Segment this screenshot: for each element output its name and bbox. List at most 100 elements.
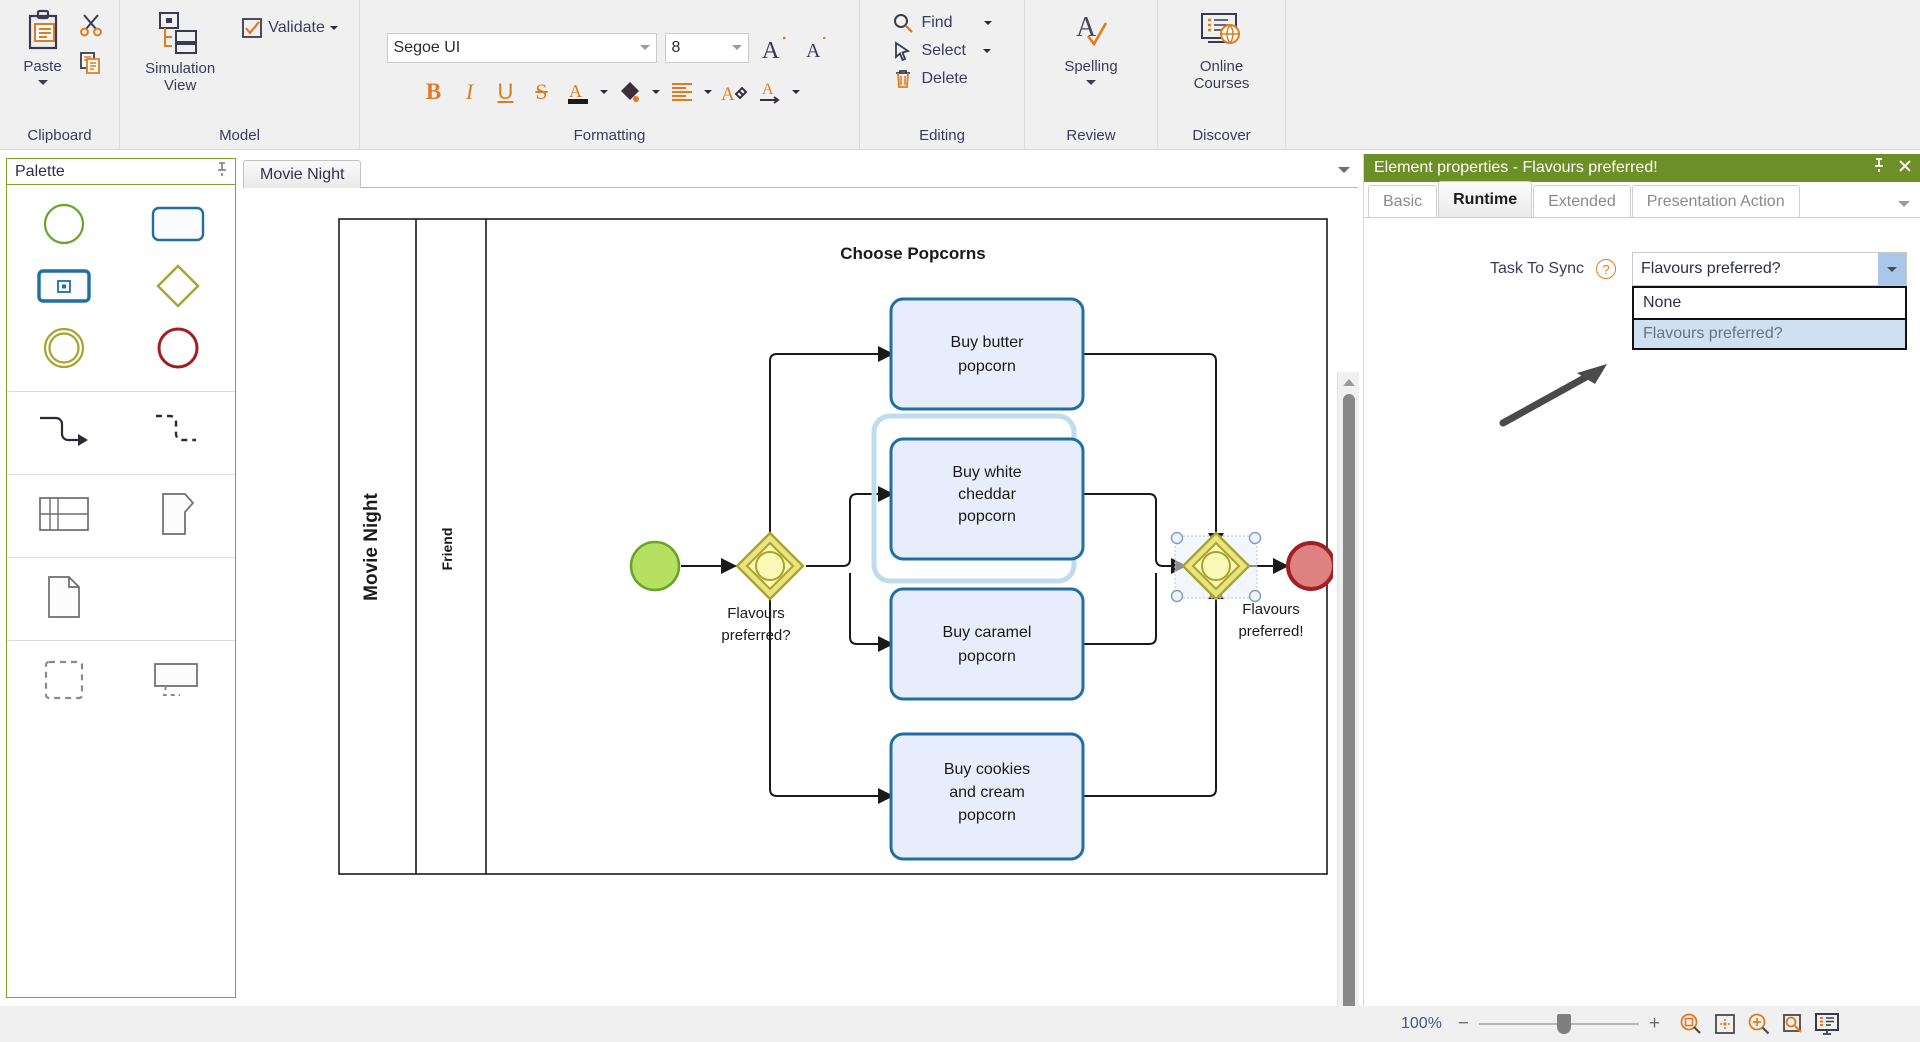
question-mark-icon[interactable]: ? — [1596, 259, 1616, 279]
start-event[interactable] — [629, 540, 681, 592]
selection-handle[interactable] — [1248, 589, 1262, 603]
dropdown-option-none[interactable]: None — [1634, 288, 1905, 318]
format-painter-button[interactable]: A — [717, 75, 751, 109]
pin-icon[interactable] — [1872, 158, 1886, 178]
olive-diamond-icon — [155, 263, 201, 314]
zoom-in-button[interactable]: + — [1649, 1013, 1660, 1035]
validate-button[interactable]: Validate — [235, 14, 344, 42]
spelling-button[interactable]: A Spelling — [1054, 4, 1127, 86]
task-to-sync-dropdown-list[interactable]: None Flavours preferred? — [1632, 286, 1907, 350]
pin-icon[interactable] — [215, 162, 229, 181]
font-color-dropdown-caret[interactable] — [597, 75, 611, 109]
text-direction-dropdown-caret[interactable] — [789, 75, 803, 109]
simulation-view-button[interactable]: Simulation View — [135, 4, 225, 95]
palette-item-pool[interactable] — [7, 485, 121, 547]
palette-item-message-flow[interactable] — [121, 402, 235, 464]
find-button[interactable]: Find — [888, 10, 995, 36]
strikethrough-button[interactable]: S — [525, 75, 559, 109]
chevron-down-icon[interactable] — [1878, 253, 1906, 285]
select-dropdown-caret[interactable] — [982, 49, 991, 53]
cut-button[interactable] — [74, 8, 108, 42]
chevron-down-icon[interactable] — [1898, 201, 1910, 207]
task-label-line: Buy white — [952, 464, 1021, 481]
palette-item-start-event[interactable] — [7, 195, 121, 257]
palette-item-task[interactable] — [121, 195, 235, 257]
task-to-sync-select[interactable]: Flavours preferred? — [1632, 252, 1907, 286]
palette-item-intermediate-event[interactable] — [7, 319, 121, 381]
dropdown-option-flavours-preferred[interactable]: Flavours preferred? — [1634, 318, 1905, 348]
ribbon-group-label-editing: Editing — [919, 127, 965, 144]
task-butter[interactable]: Buy butter popcorn — [889, 297, 1085, 411]
close-icon[interactable] — [1898, 159, 1912, 178]
fill-color-button[interactable] — [613, 75, 647, 109]
ribbon-group-editing: Find Select Delete Editing — [860, 0, 1025, 150]
chevron-down-icon[interactable] — [1338, 167, 1350, 173]
palette-item-gateway[interactable] — [121, 257, 235, 319]
diagram-canvas[interactable]: Movie Night Friend Choose Popcorns Buy b… — [243, 189, 1358, 1007]
canvas-vertical-scrollbar[interactable] — [1337, 372, 1359, 1042]
selection-handle[interactable] — [1170, 589, 1184, 603]
zoom-to-selection-icon[interactable] — [1674, 1009, 1708, 1039]
chevron-down-icon[interactable] — [731, 45, 742, 50]
copy-button[interactable] — [74, 46, 108, 80]
application-window: Paste Clipboard Simulation View Validate… — [0, 0, 1920, 1042]
paste-button[interactable]: Paste — [12, 4, 74, 86]
tab-movie-night[interactable]: Movie Night — [243, 160, 362, 188]
delete-button[interactable]: Delete — [888, 66, 995, 92]
selection-handle[interactable] — [1170, 531, 1184, 545]
palette-item-sequence-flow[interactable] — [7, 402, 121, 464]
zoom-slider[interactable] — [1479, 1014, 1640, 1034]
tab-presentation-action[interactable]: Presentation Action — [1631, 185, 1800, 217]
palette-panel: Palette — [6, 158, 236, 998]
font-color-button[interactable]: A — [561, 75, 595, 109]
select-button[interactable]: Select — [888, 38, 995, 64]
zoom-slider-thumb[interactable] — [1557, 1014, 1572, 1034]
palette-empty-cell — [121, 568, 235, 630]
font-family-value: Segoe UI — [393, 38, 461, 56]
fill-color-dropdown-caret[interactable] — [649, 75, 663, 109]
chevron-down-icon[interactable] — [639, 45, 650, 50]
tab-label: Movie Night — [260, 165, 345, 183]
trash-icon — [892, 68, 914, 90]
palette-item-document[interactable] — [7, 568, 121, 630]
palette-item-group[interactable] — [7, 651, 121, 713]
paste-dropdown-caret[interactable] — [37, 80, 48, 86]
task-white-cheddar[interactable]: Buy white cheddar popcorn — [889, 437, 1085, 561]
online-courses-button[interactable]: Online Courses — [1184, 4, 1260, 93]
find-dropdown-caret[interactable] — [983, 21, 992, 25]
grow-font-button[interactable]: A — [757, 31, 791, 65]
underline-button[interactable]: U — [489, 75, 523, 109]
tab-runtime[interactable]: Runtime — [1438, 181, 1533, 217]
scrollbar-thumb[interactable] — [1343, 394, 1355, 1042]
zoom-in-tool-icon[interactable] — [1742, 1009, 1776, 1039]
ribbon-group-discover: Online Courses Discover — [1158, 0, 1286, 150]
gateway-split-label-line1: Flavours — [727, 605, 785, 622]
font-family-combo[interactable]: Segoe UI — [386, 32, 657, 63]
italic-button[interactable]: I — [453, 75, 487, 109]
shrink-font-button[interactable]: A — [799, 31, 833, 65]
validate-dropdown-caret[interactable] — [329, 26, 338, 30]
selection-handle[interactable] — [1248, 531, 1262, 545]
font-size-combo[interactable]: 8 — [664, 32, 749, 63]
palette-item-annotation[interactable] — [121, 651, 235, 713]
end-event[interactable] — [1286, 541, 1333, 591]
tab-basic[interactable]: Basic — [1368, 185, 1438, 217]
align-dropdown-caret[interactable] — [701, 75, 715, 109]
zoom-region-icon[interactable] — [1776, 1009, 1810, 1039]
svg-text:A: A — [762, 38, 780, 63]
svg-text:A: A — [1076, 12, 1097, 43]
text-direction-button[interactable]: A — [753, 75, 787, 109]
spelling-dropdown-caret[interactable] — [1086, 80, 1096, 86]
task-cookies-cream[interactable]: Buy cookies and cream popcorn — [889, 732, 1085, 861]
presentation-mode-icon[interactable] — [1810, 1009, 1844, 1039]
zoom-out-button[interactable]: − — [1458, 1013, 1469, 1035]
task-caramel[interactable]: Buy caramel popcorn — [889, 587, 1085, 701]
fit-page-icon[interactable] — [1708, 1009, 1742, 1039]
scroll-up-button[interactable] — [1338, 372, 1360, 392]
palette-item-end-event[interactable] — [121, 319, 235, 381]
align-button[interactable] — [665, 75, 699, 109]
palette-item-subprocess[interactable] — [7, 257, 121, 319]
bold-button[interactable]: B — [417, 75, 451, 109]
tab-extended[interactable]: Extended — [1533, 185, 1631, 217]
palette-item-data-object[interactable] — [121, 485, 235, 547]
